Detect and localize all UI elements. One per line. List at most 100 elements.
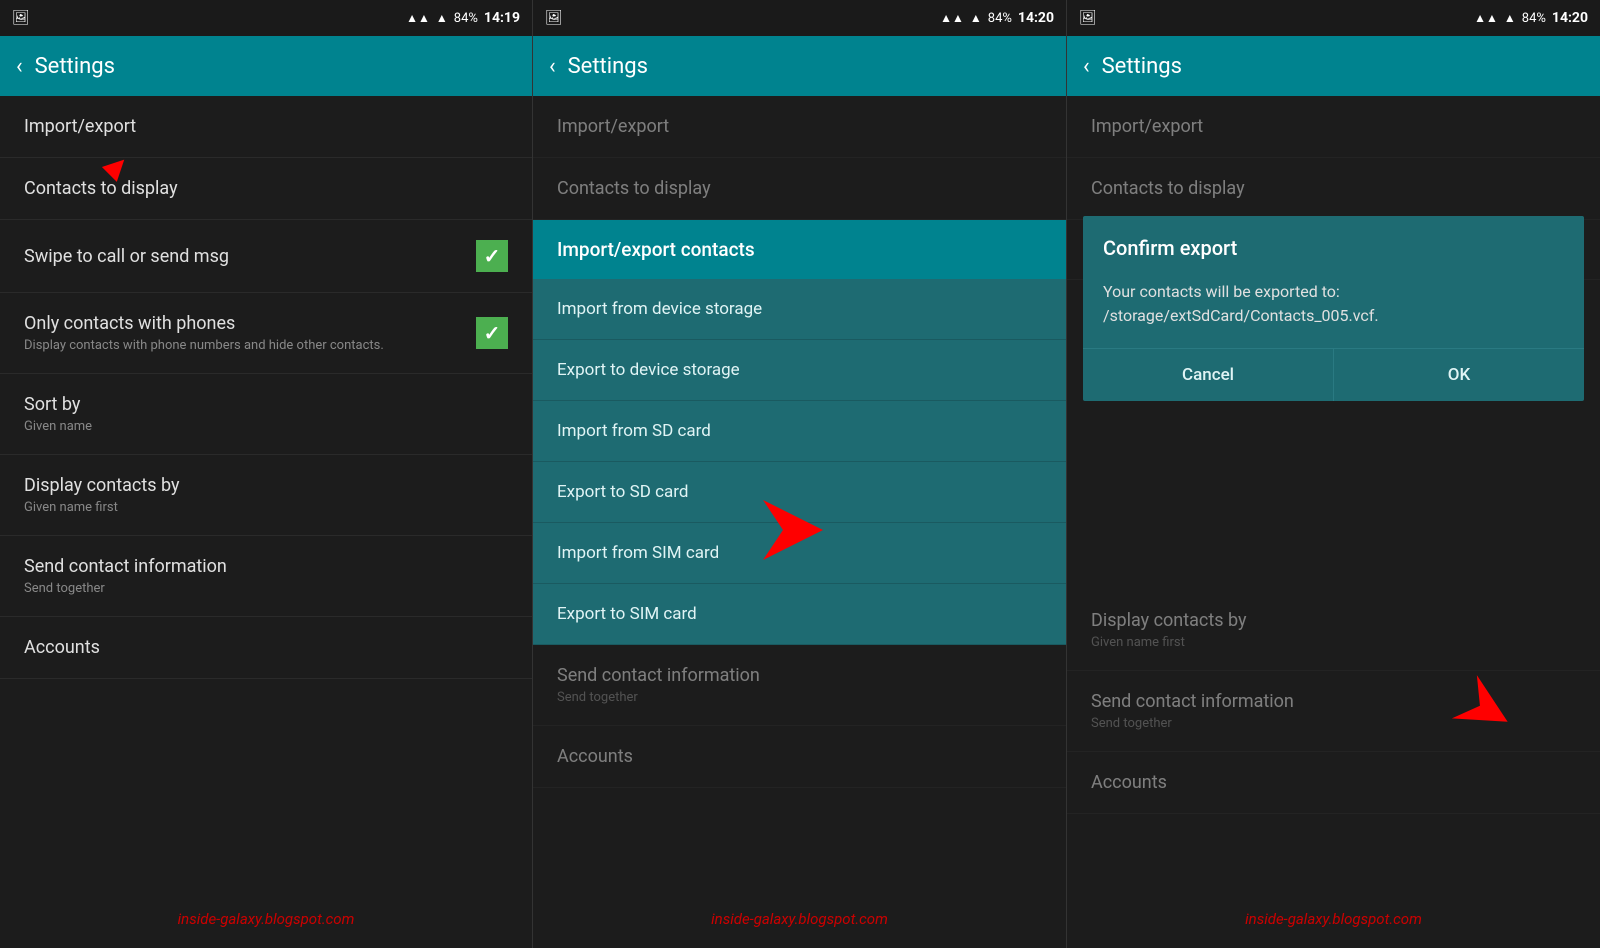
dialog-cancel-button[interactable]: Cancel	[1083, 349, 1334, 401]
swipe-call-checkbox[interactable]: ✓	[476, 240, 508, 272]
only-phones-checkbox[interactable]: ✓	[476, 317, 508, 349]
swipe-call-title: Swipe to call or send msg	[24, 246, 229, 267]
menu-item-export-sd[interactable]: Export to SD card	[533, 462, 1066, 523]
signal-icon-1: ▲▲	[406, 11, 430, 25]
status-right-3: ▲▲ ▲ 84% 14:20	[1474, 10, 1588, 26]
status-bar-3: 🖼 ▲▲ ▲ 84% 14:20	[1067, 0, 1600, 36]
bg-send-contact-3: Send contact information Send together	[1067, 671, 1600, 752]
toolbar-title-2: Settings	[568, 54, 648, 79]
bg-display-contacts-subtitle-3: Given name first	[1091, 635, 1576, 650]
dialog-ok-button[interactable]: OK	[1334, 349, 1584, 401]
bg-display-contacts-title-3: Display contacts by	[1091, 610, 1247, 631]
setting-sort-by[interactable]: Sort by Given name	[0, 374, 532, 455]
menu-item-import-sd-text: Import from SD card	[557, 421, 711, 441]
content-1: Import/export Contacts to display Swipe …	[0, 96, 532, 948]
status-right-1: ▲▲ ▲ 84% 14:19	[406, 10, 520, 26]
bg-accounts-title-2: Accounts	[557, 746, 633, 767]
setting-import-export[interactable]: Import/export	[0, 96, 532, 158]
wifi-icon-1: ▲	[436, 11, 448, 25]
setting-swipe-call[interactable]: Swipe to call or send msg ✓	[0, 220, 532, 293]
import-export-title: Import/export	[24, 116, 136, 137]
only-phones-subtitle: Display contacts with phone numbers and …	[24, 338, 476, 353]
status-left-3: 🖼	[1079, 10, 1097, 26]
signal-icon-3: ▲▲	[1474, 11, 1498, 25]
menu-item-export-sd-text: Export to SD card	[557, 482, 688, 502]
bg-send-contact-subtitle-2: Send together	[557, 690, 1042, 705]
menu-item-export-sim-text: Export to SIM card	[557, 604, 697, 624]
back-button-3[interactable]: ‹	[1083, 54, 1090, 79]
contacts-display-title: Contacts to display	[24, 178, 178, 199]
screenshot-icon-2: 🖼	[545, 10, 563, 26]
bg-send-contact-subtitle-3: Send together	[1091, 716, 1576, 731]
toolbar-title-1: Settings	[35, 54, 115, 79]
time-1: 14:19	[484, 10, 520, 26]
time-3: 14:20	[1552, 10, 1588, 26]
bg-import-export-title-3: Import/export	[1091, 116, 1203, 137]
import-export-menu: Import/export contacts Import from devic…	[533, 220, 1066, 645]
status-bar-2: 🖼 ▲▲ ▲ 84% 14:20	[533, 0, 1066, 36]
send-contact-title: Send contact information	[24, 556, 227, 577]
status-right-2: ▲▲ ▲ 84% 14:20	[940, 10, 1054, 26]
bg-accounts-3: Accounts	[1067, 752, 1600, 814]
menu-item-import-sim-text: Import from SIM card	[557, 543, 719, 563]
content-2-bg: Import/export Contacts to display Import…	[533, 96, 1066, 948]
screenshot-icon-1: 🖼	[12, 10, 30, 26]
setting-send-contact[interactable]: Send contact information Send together	[0, 536, 532, 617]
battery-3: 84%	[1522, 11, 1546, 26]
time-2: 14:20	[1018, 10, 1054, 26]
screenshot-icon-3: 🖼	[1079, 10, 1097, 26]
dialog-title: Confirm export	[1083, 216, 1584, 270]
menu-item-export-sim[interactable]: Export to SIM card	[533, 584, 1066, 645]
wifi-icon-2: ▲	[970, 11, 982, 25]
menu-header-text: Import/export contacts	[557, 238, 755, 261]
confirm-export-dialog: Confirm export Your contacts will be exp…	[1083, 216, 1584, 401]
bg-contacts-display-3: Contacts to display	[1067, 158, 1600, 220]
toolbar-2: ‹ Settings	[533, 36, 1066, 96]
toolbar-title-3: Settings	[1102, 54, 1182, 79]
accounts-title: Accounts	[24, 637, 100, 658]
menu-item-export-device[interactable]: Export to device storage	[533, 340, 1066, 401]
toolbar-1: ‹ Settings	[0, 36, 532, 96]
setting-accounts[interactable]: Accounts	[0, 617, 532, 679]
bg-import-export-title-2: Import/export	[557, 116, 669, 137]
bg-contacts-display-title-3: Contacts to display	[1091, 178, 1245, 199]
panel-1: 🖼 ▲▲ ▲ 84% 14:19 ‹ Settings Import/expor…	[0, 0, 533, 948]
wifi-icon-3: ▲	[1504, 11, 1516, 25]
battery-1: 84%	[454, 11, 478, 26]
status-left-1: 🖼	[12, 10, 30, 26]
status-bar-1: 🖼 ▲▲ ▲ 84% 14:19	[0, 0, 532, 36]
bg-import-export-2: Import/export	[533, 96, 1066, 158]
bg-import-export-3: Import/export	[1067, 96, 1600, 158]
swipe-call-check: ✓	[484, 244, 501, 268]
bg-display-contacts-3: Display contacts by Given name first	[1067, 590, 1600, 671]
bg-contacts-display-2: Contacts to display	[533, 158, 1066, 220]
menu-item-import-device-text: Import from device storage	[557, 299, 762, 319]
bg-accounts-title-3: Accounts	[1091, 772, 1167, 793]
signal-icon-2: ▲▲	[940, 11, 964, 25]
panel-2: 🖼 ▲▲ ▲ 84% 14:20 ‹ Settings Import/expor…	[533, 0, 1067, 948]
panel-3: 🖼 ▲▲ ▲ 84% 14:20 ‹ Settings Import/expor…	[1067, 0, 1600, 948]
display-contacts-title: Display contacts by	[24, 475, 180, 496]
menu-header: Import/export contacts	[533, 220, 1066, 279]
setting-display-contacts[interactable]: Display contacts by Given name first	[0, 455, 532, 536]
status-left-2: 🖼	[545, 10, 563, 26]
bg-contacts-display-title-2: Contacts to display	[557, 178, 711, 199]
send-contact-subtitle: Send together	[24, 581, 508, 596]
bg-accounts-2: Accounts	[533, 726, 1066, 788]
dialog-buttons: Cancel OK	[1083, 348, 1584, 401]
sort-by-subtitle: Given name	[24, 419, 508, 434]
menu-item-import-sd[interactable]: Import from SD card	[533, 401, 1066, 462]
back-button-1[interactable]: ‹	[16, 54, 23, 79]
setting-only-phones[interactable]: Only contacts with phones Display contac…	[0, 293, 532, 374]
menu-item-import-device[interactable]: Import from device storage	[533, 279, 1066, 340]
content-3: Import/export Contacts to display Confir…	[1067, 96, 1600, 948]
toolbar-3: ‹ Settings	[1067, 36, 1600, 96]
back-button-2[interactable]: ‹	[549, 54, 556, 79]
menu-item-export-device-text: Export to device storage	[557, 360, 740, 380]
dialog-body: Your contacts will be exported to: /stor…	[1083, 270, 1584, 348]
setting-contacts-display[interactable]: Contacts to display	[0, 158, 532, 220]
only-phones-check: ✓	[484, 321, 501, 345]
bg-send-contact-2: Send contact information Send together	[533, 645, 1066, 726]
menu-item-import-sim[interactable]: Import from SIM card	[533, 523, 1066, 584]
display-contacts-subtitle: Given name first	[24, 500, 508, 515]
